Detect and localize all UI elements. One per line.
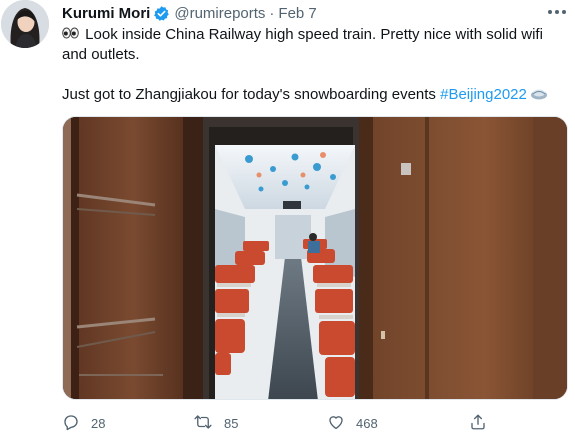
eyes-emoji-icon	[62, 25, 81, 45]
more-options-icon[interactable]	[546, 4, 568, 20]
tweet-text-line-2: Just got to Zhangjiakou for today's snow…	[62, 86, 436, 104]
tweet-text-paragraph-2: Just got to Zhangjiakou for today's snow…	[62, 85, 562, 107]
reply-icon	[62, 413, 80, 434]
like-icon	[327, 413, 345, 434]
like-button[interactable]: 468	[327, 410, 378, 436]
tweet-header: Kurumi Mori @rumireports · Feb 7	[62, 3, 317, 23]
tweet-date[interactable]: Feb 7	[278, 5, 316, 22]
reply-count: 28	[91, 415, 106, 431]
reply-button[interactable]: 28	[62, 410, 105, 436]
tweet-photo[interactable]	[62, 116, 568, 400]
retweet-icon	[193, 413, 213, 434]
author-handle[interactable]: @rumireports	[174, 5, 265, 22]
retweet-button[interactable]: 85	[193, 410, 238, 436]
hashtag-link[interactable]: #Beijing2022	[440, 86, 527, 103]
author-name[interactable]: Kurumi Mori	[62, 5, 150, 22]
like-count: 468	[356, 415, 378, 431]
share-icon	[469, 413, 487, 434]
tweet-text-paragraph-1: Look inside China Railway high speed tra…	[62, 25, 562, 65]
retweet-count: 85	[224, 415, 239, 431]
avatar[interactable]	[1, 0, 49, 48]
verified-badge-icon	[153, 5, 170, 22]
tweet-actions: 28 85 468	[62, 410, 562, 436]
tweet-text: Look inside China Railway high speed tra…	[62, 25, 562, 107]
separator-dot: ·	[269, 4, 275, 22]
tweet-text-line-1: Look inside China Railway high speed tra…	[62, 26, 543, 64]
share-button[interactable]	[469, 410, 487, 436]
beijing2022-hashflag-icon	[530, 87, 548, 107]
